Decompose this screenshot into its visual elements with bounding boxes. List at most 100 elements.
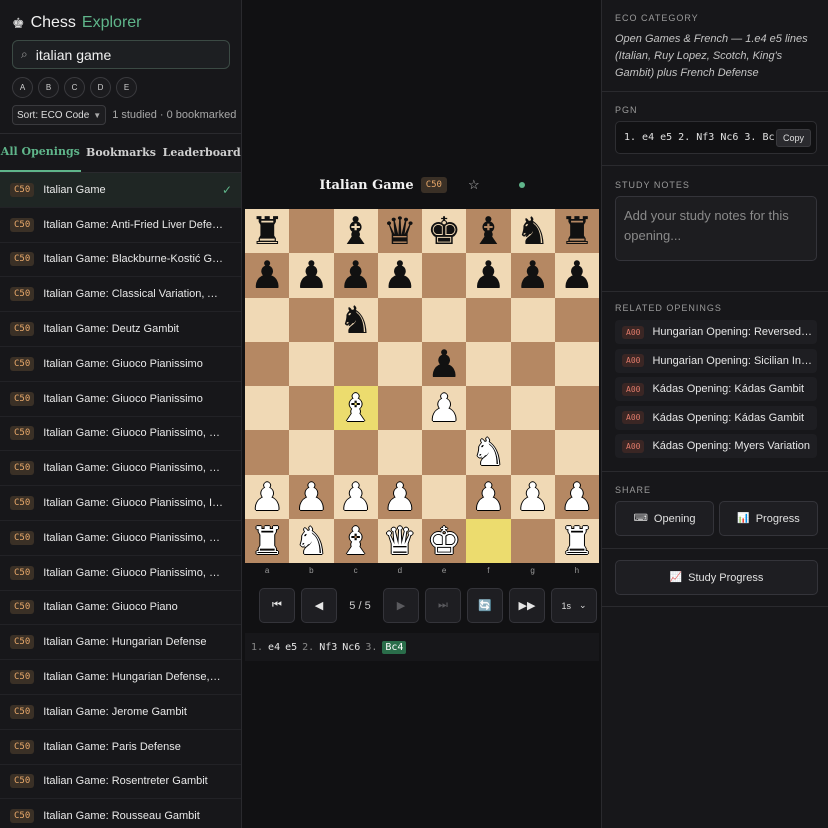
square-h4[interactable] — [554, 386, 599, 431]
black-queen-icon[interactable]: ♛ — [383, 212, 417, 250]
square-a7[interactable]: ♟ — [245, 253, 290, 298]
square-a3[interactable] — [245, 430, 290, 475]
square-h1[interactable]: ♜ — [554, 518, 599, 563]
square-a4[interactable] — [245, 386, 290, 431]
square-f6[interactable] — [466, 297, 511, 342]
opening-list-item[interactable]: C50 Italian Game: Rosentreter Gambit — [0, 765, 241, 800]
white-pawn-icon[interactable]: ♟ — [560, 478, 594, 516]
square-e5[interactable]: ♟ — [422, 341, 467, 386]
square-f4[interactable] — [466, 386, 511, 431]
square-d7[interactable]: ♟ — [377, 253, 422, 298]
black-pawn-icon[interactable]: ♟ — [471, 256, 505, 294]
square-f5[interactable] — [466, 341, 511, 386]
white-rook-icon[interactable]: ♜ — [560, 522, 594, 560]
opening-list-item[interactable]: C50 Italian Game: Giuoco Pianissimo, Norm… — [0, 556, 241, 591]
square-f8[interactable]: ♝ — [466, 209, 511, 254]
opening-list-item[interactable]: C50 Italian Game: Paris Defense — [0, 730, 241, 765]
square-b4[interactable] — [289, 386, 334, 431]
letter-filter-a[interactable]: A — [12, 77, 33, 98]
square-g1[interactable] — [510, 518, 555, 563]
move-black[interactable]: e5 — [285, 642, 297, 653]
copy-pgn-button[interactable]: Copy — [775, 129, 811, 147]
square-a6[interactable] — [245, 297, 290, 342]
related-opening-item[interactable]: A00 Kádas Opening: Kádas Gambit — [615, 377, 817, 401]
square-b2[interactable]: ♟ — [289, 474, 334, 519]
square-a1[interactable]: ♜ — [245, 518, 290, 563]
square-c6[interactable]: ♞ — [333, 297, 378, 342]
letter-filter-b[interactable]: B — [38, 77, 59, 98]
move-black[interactable]: Nc6 — [342, 642, 360, 653]
prev-move-button[interactable]: ◀ — [301, 588, 337, 623]
square-b6[interactable] — [289, 297, 334, 342]
study-notes-input[interactable]: Add your study notes for this opening... — [615, 196, 817, 261]
black-knight-icon[interactable]: ♞ — [516, 212, 550, 250]
square-d4[interactable] — [377, 386, 422, 431]
square-h6[interactable] — [554, 297, 599, 342]
opening-list-item[interactable]: C50 Italian Game: Giuoco Pianissimo, Ital… — [0, 486, 241, 521]
letter-filter-d[interactable]: D — [90, 77, 111, 98]
opening-list-item[interactable]: C50 Italian Game: Giuoco Pianissimo — [0, 347, 241, 382]
black-pawn-icon[interactable]: ♟ — [427, 345, 461, 383]
share-opening-button[interactable]: ⌨ Opening — [615, 501, 714, 536]
sort-select[interactable]: Sort: ECO Code ▼ — [12, 105, 107, 125]
search-box[interactable]: ⌕ — [12, 40, 230, 69]
black-pawn-icon[interactable]: ♟ — [294, 256, 328, 294]
square-d8[interactable]: ♛ — [377, 209, 422, 254]
square-c1[interactable]: ♝ — [333, 518, 378, 563]
move-white[interactable]: Bc4 — [382, 640, 407, 654]
white-king-icon[interactable]: ♚ — [427, 522, 461, 560]
square-b7[interactable]: ♟ — [289, 253, 334, 298]
opening-list-item[interactable]: C50 Italian Game: Classical Variation, Al… — [0, 277, 241, 313]
square-a8[interactable]: ♜ — [245, 209, 290, 254]
opening-list-item[interactable]: C50 Italian Game: Hungarian Defense, Tart… — [0, 660, 241, 695]
square-c5[interactable] — [333, 341, 378, 386]
opening-list-item[interactable]: C50 Italian Game: Jerome Gambit — [0, 695, 241, 730]
white-knight-icon[interactable]: ♞ — [471, 433, 505, 471]
black-pawn-icon[interactable]: ♟ — [383, 256, 417, 294]
square-b3[interactable] — [289, 430, 334, 475]
black-knight-icon[interactable]: ♞ — [339, 301, 373, 339]
square-g3[interactable] — [510, 430, 555, 475]
square-a5[interactable] — [245, 341, 290, 386]
square-h2[interactable]: ♟ — [554, 474, 599, 519]
related-opening-item[interactable]: A00 Hungarian Opening: Sicilian Invitatio… — [615, 348, 817, 373]
square-h5[interactable] — [554, 341, 599, 386]
bookmark-star-icon[interactable]: ☆ — [468, 177, 480, 193]
opening-list-item[interactable]: C50 Italian Game: Anti-Fried Liver Defens… — [0, 208, 241, 243]
opening-list-item[interactable]: C50 Italian Game: Deutz Gambit — [0, 312, 241, 347]
square-e7[interactable] — [422, 253, 467, 298]
square-e6[interactable] — [422, 297, 467, 342]
square-b8[interactable] — [289, 209, 334, 254]
black-pawn-icon[interactable]: ♟ — [560, 256, 594, 294]
white-bishop-icon[interactable]: ♝ — [339, 522, 373, 560]
black-pawn-icon[interactable]: ♟ — [250, 256, 284, 294]
square-d6[interactable] — [377, 297, 422, 342]
opening-list-item[interactable]: C50 Italian Game: Giuoco Pianissimo — [0, 382, 241, 417]
opening-list-item[interactable]: C50 Italian Game ✓ — [0, 173, 241, 208]
chess-board[interactable]: ♜ ♝ ♛ ♚ ♝ ♞ ♜ ♟ ♟ ♟ ♟ ♟ ♟ ♟ ♞ ♟ ♝ ♟ ♞ ♟ ♟ ♟ ♟ ♟ ♟ ♟ ♜ ♞ ♝ ♛ ♚ ♜ — [245, 209, 599, 563]
white-knight-icon[interactable]: ♞ — [294, 522, 328, 560]
square-f1[interactable] — [466, 518, 511, 563]
opening-list-item[interactable]: C50 Italian Game: Blackburne-Kostić Gambi… — [0, 243, 241, 278]
move-white[interactable]: e4 — [268, 642, 280, 653]
autoplay-button[interactable]: ▶▶ — [509, 588, 545, 623]
white-pawn-icon[interactable]: ♟ — [250, 478, 284, 516]
square-c2[interactable]: ♟ — [333, 474, 378, 519]
square-h3[interactable] — [554, 430, 599, 475]
white-pawn-icon[interactable]: ♟ — [294, 478, 328, 516]
square-a2[interactable]: ♟ — [245, 474, 290, 519]
black-pawn-icon[interactable]: ♟ — [339, 256, 373, 294]
opening-list-item[interactable]: C50 Italian Game: Giuoco Piano — [0, 591, 241, 626]
white-pawn-icon[interactable]: ♟ — [471, 478, 505, 516]
square-g4[interactable] — [510, 386, 555, 431]
letter-filter-c[interactable]: C — [64, 77, 85, 98]
tab-bookmarks[interactable]: Bookmarks — [81, 134, 162, 172]
opening-list-item[interactable]: C50 Italian Game: Hungarian Defense — [0, 625, 241, 661]
square-h7[interactable]: ♟ — [554, 253, 599, 298]
white-pawn-icon[interactable]: ♟ — [383, 478, 417, 516]
square-f7[interactable]: ♟ — [466, 253, 511, 298]
square-e4[interactable]: ♟ — [422, 386, 467, 431]
opening-list-item[interactable]: C50 Italian Game: Giuoco Pianissimo, Lucc… — [0, 521, 241, 556]
square-f3[interactable]: ♞ — [466, 430, 511, 475]
square-g8[interactable]: ♞ — [510, 209, 555, 254]
